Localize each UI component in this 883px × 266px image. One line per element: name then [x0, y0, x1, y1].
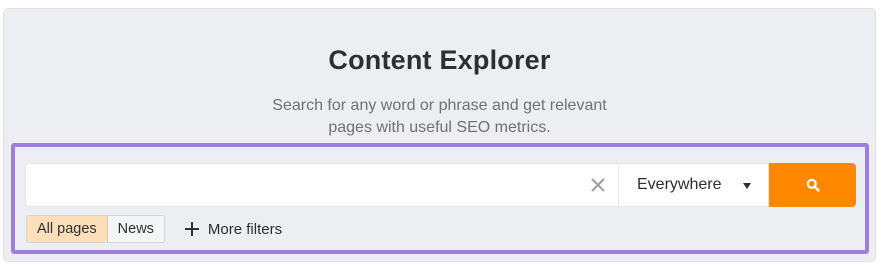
search-input-container [25, 163, 618, 207]
subtitle-line-1: Search for any word or phrase and get re… [272, 97, 607, 114]
caret-down-icon [743, 183, 751, 189]
page-type-toggle: All pages News [26, 215, 165, 243]
tab-all-pages[interactable]: All pages [27, 216, 108, 242]
more-filters-button[interactable]: More filters [184, 220, 283, 238]
page-title: Content Explorer [328, 45, 551, 75]
filters-row: All pages News More filters [26, 215, 282, 243]
search-bar: Everywhere [25, 163, 856, 207]
search-input[interactable] [26, 164, 576, 206]
plus-icon [184, 222, 199, 236]
more-filters-label: More filters [207, 220, 283, 238]
page-subtitle: Search for any word or phrase and get re… [4, 95, 875, 139]
close-icon[interactable] [588, 175, 608, 195]
search-scope-dropdown[interactable]: Everywhere [618, 163, 769, 207]
subtitle-line-2: pages with useful SEO metrics. [328, 119, 551, 136]
search-button[interactable] [769, 163, 856, 207]
search-icon [806, 178, 820, 192]
search-scope-value: Everywhere [637, 176, 722, 193]
tab-news[interactable]: News [107, 216, 164, 242]
